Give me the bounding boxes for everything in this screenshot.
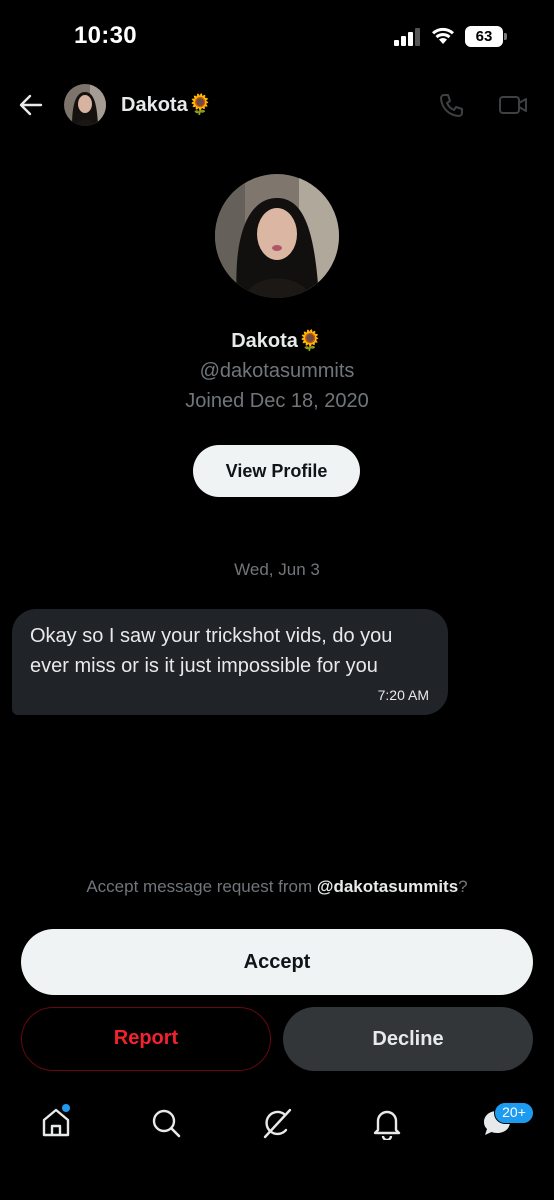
home-notification-dot (62, 1104, 70, 1112)
decline-button[interactable]: Decline (283, 1007, 533, 1071)
video-call-icon[interactable] (498, 93, 528, 117)
bottom-nav: 20+ (0, 1090, 554, 1200)
message-text: Okay so I saw your trickshot vids, do yo… (30, 625, 393, 677)
date-divider: Wed, Jun 3 (234, 560, 320, 579)
message-bubble[interactable]: Okay so I saw your trickshot vids, do yo… (12, 609, 448, 715)
search-icon[interactable] (149, 1106, 183, 1140)
back-arrow-icon[interactable] (18, 92, 44, 118)
status-bar: 10:30 63 (0, 0, 554, 76)
request-prompt-handle: @dakotasummits (316, 877, 459, 896)
message-timestamp: 7:20 AM (377, 687, 429, 703)
profile-joined-date: Joined Dec 18, 2020 (185, 390, 369, 412)
battery-icon: 63 (465, 26, 507, 47)
view-profile-button[interactable]: View Profile (193, 445, 360, 497)
profile-handle: @dakotasummits (199, 360, 355, 382)
avatar[interactable] (64, 84, 106, 126)
notifications-icon[interactable] (370, 1106, 404, 1140)
report-button[interactable]: Report (21, 1007, 271, 1071)
messages-badge: 20+ (494, 1102, 534, 1124)
battery-tip (504, 33, 507, 40)
battery-level: 63 (465, 26, 503, 47)
signal-icon (394, 28, 420, 46)
wifi-icon (432, 27, 454, 44)
request-prompt: Accept message request from @dakotasummi… (0, 877, 554, 897)
accept-button[interactable]: Accept (21, 929, 533, 995)
status-time: 10:30 (74, 22, 137, 49)
phone-icon[interactable] (438, 92, 464, 118)
grok-icon[interactable] (260, 1106, 294, 1140)
conversation-header: Dakota🌻 (0, 76, 554, 134)
header-name[interactable]: Dakota🌻 (121, 92, 213, 117)
request-prompt-suffix: ? (458, 877, 468, 896)
profile-avatar[interactable] (215, 174, 339, 298)
profile-name: Dakota🌻 (231, 330, 323, 352)
request-prompt-prefix: Accept message request from (86, 877, 317, 896)
